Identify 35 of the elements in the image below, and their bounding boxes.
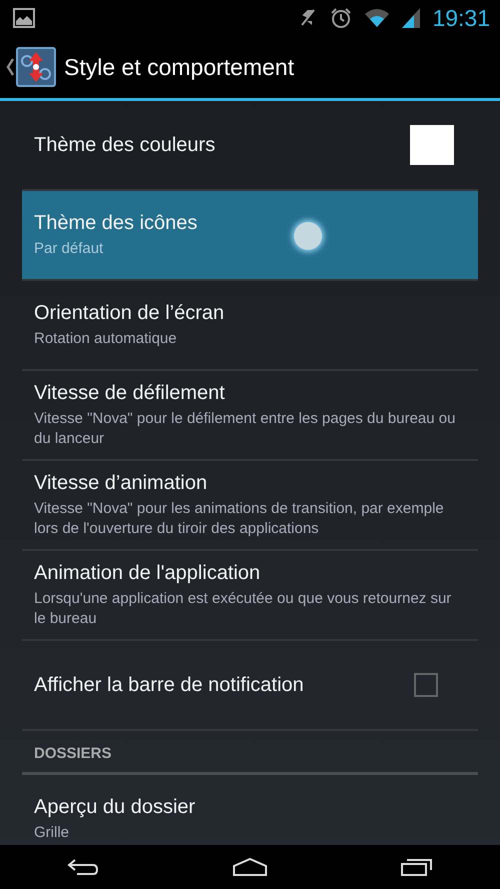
- item-title: Vitesse de défilement: [34, 382, 226, 404]
- clock-time: 19:31: [432, 4, 490, 32]
- app-icon: [16, 47, 56, 87]
- checkbox[interactable]: [414, 673, 438, 697]
- touch-indicator: [294, 222, 322, 250]
- item-title: Aperçu du dossier: [34, 796, 196, 818]
- home-icon[interactable]: [233, 858, 267, 876]
- settings-item[interactable]: Thème des icônes Par défaut: [22, 191, 478, 281]
- item-summary: Grille: [34, 822, 70, 842]
- signal-icon: [402, 8, 420, 28]
- item-title: Vitesse d’animation: [34, 472, 208, 494]
- section-header: DOSSIERS: [22, 731, 478, 775]
- item-title: Afficher la barre de notification: [34, 674, 305, 696]
- item-summary: Vitesse "Nova" pour le défilement entre les pages du bureau ou du lanceur: [34, 408, 456, 448]
- item-summary: Rotation automatique: [34, 328, 178, 348]
- item-title: Orientation de l’écran: [34, 302, 226, 324]
- screen-title: Style et comportement: [64, 54, 294, 80]
- item-title: Thème des couleurs: [34, 134, 216, 156]
- settings-item[interactable]: Vitesse de défilement Vitesse "Nova" pour le défilement entre les pages du bureau ou du lanceur: [22, 371, 478, 461]
- item-title: Thème des icônes: [34, 212, 198, 234]
- settings-item[interactable]: Afficher la barre de notification: [22, 641, 478, 731]
- item-summary: Vitesse "Nova" pour les animations de transition, par exemple lors de l'ouverture du tiroir des applications: [34, 498, 445, 538]
- image-icon: [13, 8, 35, 28]
- up-button[interactable]: [6, 47, 56, 87]
- wifi-icon: [364, 8, 390, 28]
- settings-item[interactable]: Vitesse d’animation Vitesse "Nova" pour les animations de transition, par exemple lors de l'ouverture du tiroir des applications: [22, 461, 478, 551]
- item-summary: Par défaut: [34, 238, 104, 258]
- back-chevron-icon: [6, 58, 14, 76]
- alarm-icon: [330, 7, 352, 29]
- settings-item[interactable]: Orientation de l’écran Rotation automatique: [22, 281, 478, 371]
- back-icon[interactable]: [67, 858, 99, 876]
- settings-item[interactable]: Animation de l'application Lorsqu'une application est exécutée ou que vous retournez sur le bureau: [22, 551, 478, 641]
- item-summary: Lorsqu'une application est exécutée ou que vous retournez sur le bureau: [34, 588, 452, 628]
- item-title: Animation de l'application: [34, 562, 262, 584]
- recent-apps-icon[interactable]: [401, 858, 433, 876]
